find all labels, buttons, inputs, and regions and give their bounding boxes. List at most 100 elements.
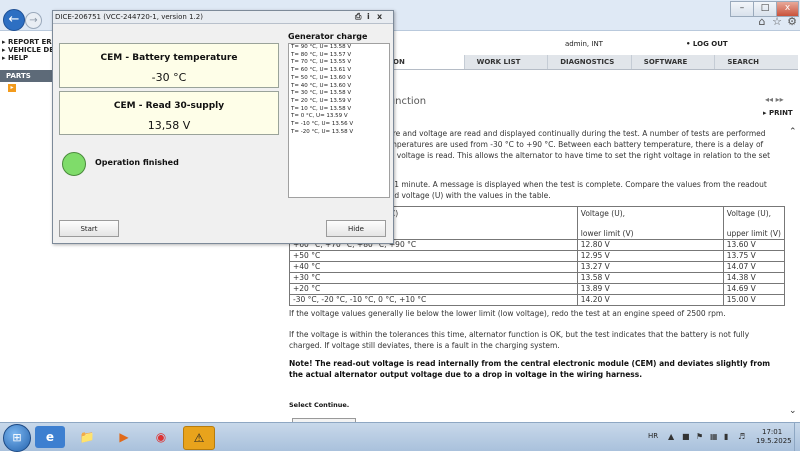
note-line: Note! The read-out voltage is read inter…	[289, 359, 771, 368]
paragraph-line: emperatures are used from -30 °C to +90 …	[385, 140, 764, 149]
main-tabs: ON WORK LIST DIAGNOSTICS SOFTWARE SEARCH	[380, 55, 798, 70]
paragraph-line: If the voltage is within the tolerances …	[289, 330, 750, 339]
warning-app-icon[interactable]: ⚠	[183, 426, 215, 450]
ie-icon[interactable]: e	[35, 426, 65, 448]
note-line: the actual alternator output voltage due…	[289, 370, 643, 379]
chrome-icon[interactable]: ◉	[146, 426, 176, 448]
forward-arrow-icon[interactable]: →	[25, 12, 42, 29]
reading-label: CEM - Battery temperature	[100, 53, 238, 63]
table-cell: 12.80 V	[576, 239, 724, 251]
table-cell: 15.00 V	[722, 294, 786, 306]
menu-label: HELP	[7, 54, 29, 62]
table-cell: +50 °C	[289, 250, 578, 262]
list-item: T= 10 °C, U= 13.58 V	[291, 105, 352, 112]
tab-search[interactable]: SEARCH	[714, 55, 798, 69]
table-cell: 14.07 V	[722, 261, 786, 273]
language-indicator[interactable]: HR	[648, 432, 658, 440]
paragraph-line: x. 1 minute. A message is displayed when…	[385, 180, 767, 189]
menu-report-error[interactable]: ▸ REPORT ERR	[0, 38, 54, 46]
start-button-windows[interactable]: ⊞	[3, 424, 31, 452]
table-cell: 14.69 V	[722, 283, 786, 295]
expand-icon[interactable]: ▸	[8, 84, 16, 92]
list-item: T= 90 °C, U= 13.58 V	[291, 44, 352, 50]
table-row: +50 °C 12.95 V 13.75 V	[289, 250, 786, 262]
table-header-cell: Voltage (U), upper limit (V)	[722, 206, 786, 240]
list-item: T= -10 °C, U= 13.56 V	[291, 121, 354, 128]
reading-value: 13,58 V	[147, 119, 191, 132]
list-item: T= 40 °C, U= 13.60 V	[291, 82, 352, 89]
left-menu: ▸ REPORT ERR ▸ VEHICLE DE ▸ HELP	[0, 38, 54, 62]
info-icon[interactable]: i	[367, 12, 370, 21]
close-icon[interactable]: x	[377, 12, 382, 21]
battery-temperature-panel: CEM - Battery temperature -30 °C	[59, 43, 279, 88]
dialog-title: DICE-206751 (VCC-244720-1, version 1.2)	[53, 11, 393, 24]
select-continue-text: Select Continue.	[289, 401, 350, 409]
table-row: -30 °C, -20 °C, -10 °C, 0 °C, +10 °C 14.…	[289, 294, 786, 306]
supply-voltage-panel: CEM - Read 30-supply 13,58 V	[59, 91, 279, 135]
logout-label: LOG OUT	[692, 40, 728, 48]
table-cell: 13.89 V	[576, 283, 724, 295]
reading-label: CEM - Read 30-supply	[113, 101, 225, 111]
test-dialog: DICE-206751 (VCC-244720-1, version 1.2) …	[52, 10, 394, 244]
tab-work-list[interactable]: WORK LIST	[463, 55, 548, 69]
list-item: T= 60 °C, U= 13.61 V	[291, 67, 352, 74]
tab-software[interactable]: SOFTWARE	[630, 55, 715, 69]
print-label: PRINT	[768, 109, 793, 117]
explorer-folder-icon[interactable]: 📁	[72, 426, 102, 448]
list-item: T= 30 °C, U= 13.58 V	[291, 90, 352, 97]
logout-link[interactable]: • LOG OUT	[686, 40, 728, 48]
parts-tab[interactable]: PARTS	[0, 70, 54, 82]
generator-charge-log[interactable]: T= 90 °C, U= 13.58 V T= 80 °C, U= 13.57 …	[288, 43, 390, 198]
tray-network-icon[interactable]: ▦	[710, 432, 718, 441]
back-arrow-icon[interactable]: ←	[3, 9, 25, 31]
paragraph-line: ture and voltage are read and displayed …	[385, 129, 766, 138]
generator-charge-title: Generator charge	[288, 32, 368, 41]
list-item: T= 70 °C, U= 13.55 V	[291, 59, 352, 66]
reading-value: -30 °C	[151, 71, 187, 84]
gear-icon[interactable]: ⚙	[786, 16, 798, 28]
table-cell: 13.27 V	[576, 261, 724, 273]
tab-diagnostics[interactable]: DIAGNOSTICS	[547, 55, 631, 69]
list-item: T= 50 °C, U= 13.60 V	[291, 74, 352, 81]
list-item: T= 80 °C, U= 13.57 V	[291, 51, 352, 58]
table-cell: 14.20 V	[576, 294, 724, 306]
taskbar: ⊞ e 📁 ▶ ◉ ⚠ HR ▲ ■ ⚑ ▦ ▮ ♬ 17:01 19.5.20…	[0, 422, 800, 452]
media-player-icon[interactable]: ▶	[109, 426, 139, 448]
menu-vehicle-data[interactable]: ▸ VEHICLE DE	[0, 46, 54, 54]
paragraph-line: and voltage (U) with the values in the t…	[385, 191, 551, 200]
start-button[interactable]: Start	[59, 220, 119, 237]
status-text: Operation finished	[95, 158, 179, 167]
tray-app-icon[interactable]: ■	[682, 432, 690, 441]
hide-button[interactable]: Hide	[326, 220, 386, 237]
minimize-button[interactable]: –	[730, 1, 754, 17]
print-icon[interactable]: ⎙	[355, 12, 361, 22]
table-cell: +40 °C	[289, 261, 578, 273]
table-cell: 13.60 V	[722, 239, 786, 251]
scroll-down-icon[interactable]: ⌄	[789, 406, 797, 416]
print-link[interactable]: ▸ PRINT	[763, 109, 793, 117]
list-item: T= 20 °C, U= 13.59 V	[291, 97, 352, 104]
menu-help[interactable]: ▸ HELP	[0, 54, 54, 62]
tray-up-arrow-icon[interactable]: ▲	[668, 432, 674, 441]
menu-label: VEHICLE DE	[7, 46, 54, 54]
table-cell: +30 °C	[289, 272, 578, 284]
table-header-cell: Voltage (U), lower limit (V)	[576, 206, 724, 240]
paragraph-line: he voltage is read. This allows the alte…	[385, 151, 771, 160]
list-item: T= -20 °C, U= 13.58 V	[291, 128, 354, 135]
table-cell: +20 °C	[289, 283, 578, 295]
table-cell: 12.95 V	[576, 250, 724, 262]
star-icon[interactable]: ☆	[771, 16, 783, 28]
home-icon[interactable]: ⌂	[756, 16, 768, 28]
clock-date[interactable]: 19.5.2025	[756, 437, 792, 445]
status-indicator	[62, 152, 86, 176]
tray-power-icon[interactable]: ▮	[724, 432, 728, 441]
show-desktop-button[interactable]	[794, 423, 800, 451]
paragraph-line: charged. If voltage still deviates, ther…	[289, 341, 560, 350]
paragraph-line: If the voltage values generally lie belo…	[289, 309, 726, 318]
tray-flag-icon[interactable]: ⚑	[696, 432, 703, 441]
page-nav-arrows[interactable]: ◂◂ ▸▸	[765, 95, 784, 104]
scroll-up-icon[interactable]: ⌃	[789, 127, 797, 137]
clock-time[interactable]: 17:01	[762, 428, 782, 436]
tray-volume-icon[interactable]: ♬	[738, 432, 745, 441]
table-row: +30 °C 13.58 V 14.38 V	[289, 272, 786, 284]
